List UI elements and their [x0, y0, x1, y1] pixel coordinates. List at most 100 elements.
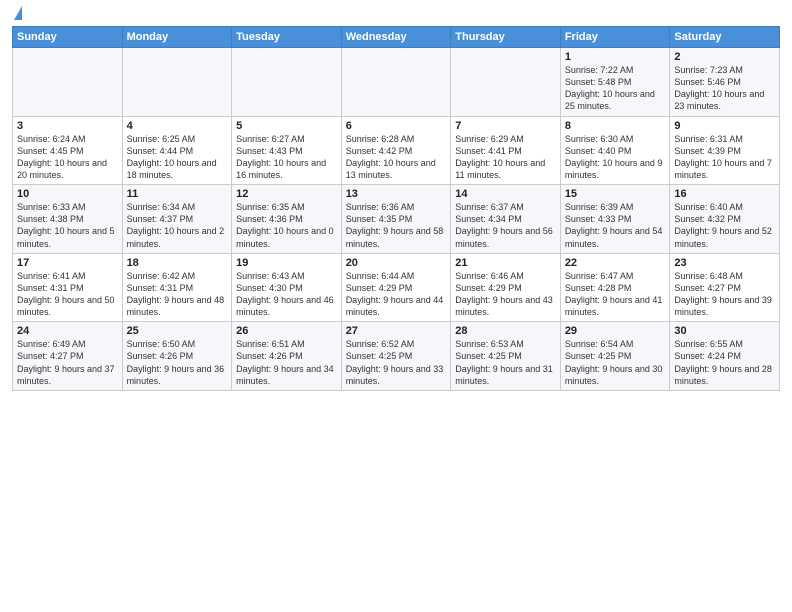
day-cell: 21Sunrise: 6:46 AM Sunset: 4:29 PM Dayli… [451, 253, 561, 322]
day-cell: 15Sunrise: 6:39 AM Sunset: 4:33 PM Dayli… [560, 185, 670, 254]
day-number: 23 [674, 257, 775, 269]
day-number: 4 [127, 120, 228, 132]
day-cell: 13Sunrise: 6:36 AM Sunset: 4:35 PM Dayli… [341, 185, 451, 254]
weekday-header-row: SundayMondayTuesdayWednesdayThursdayFrid… [13, 27, 780, 48]
day-number: 14 [455, 188, 556, 200]
weekday-header-thursday: Thursday [451, 27, 561, 48]
day-number: 16 [674, 188, 775, 200]
day-info: Sunrise: 6:47 AM Sunset: 4:28 PM Dayligh… [565, 270, 666, 319]
day-info: Sunrise: 6:46 AM Sunset: 4:29 PM Dayligh… [455, 270, 556, 319]
day-cell: 8Sunrise: 6:30 AM Sunset: 4:40 PM Daylig… [560, 116, 670, 185]
logo-text [12, 10, 22, 20]
week-row-1: 1Sunrise: 7:22 AM Sunset: 5:48 PM Daylig… [13, 48, 780, 117]
day-info: Sunrise: 6:53 AM Sunset: 4:25 PM Dayligh… [455, 338, 556, 387]
day-cell [341, 48, 451, 117]
day-info: Sunrise: 6:24 AM Sunset: 4:45 PM Dayligh… [17, 133, 118, 182]
day-cell: 27Sunrise: 6:52 AM Sunset: 4:25 PM Dayli… [341, 322, 451, 391]
day-cell [451, 48, 561, 117]
day-info: Sunrise: 6:31 AM Sunset: 4:39 PM Dayligh… [674, 133, 775, 182]
day-number: 17 [17, 257, 118, 269]
day-number: 10 [17, 188, 118, 200]
day-cell: 18Sunrise: 6:42 AM Sunset: 4:31 PM Dayli… [122, 253, 232, 322]
day-cell: 17Sunrise: 6:41 AM Sunset: 4:31 PM Dayli… [13, 253, 123, 322]
weekday-header-wednesday: Wednesday [341, 27, 451, 48]
day-info: Sunrise: 6:36 AM Sunset: 4:35 PM Dayligh… [346, 201, 447, 250]
day-number: 8 [565, 120, 666, 132]
day-number: 1 [565, 51, 666, 63]
day-cell: 10Sunrise: 6:33 AM Sunset: 4:38 PM Dayli… [13, 185, 123, 254]
day-cell: 9Sunrise: 6:31 AM Sunset: 4:39 PM Daylig… [670, 116, 780, 185]
day-info: Sunrise: 6:33 AM Sunset: 4:38 PM Dayligh… [17, 201, 118, 250]
day-number: 18 [127, 257, 228, 269]
day-info: Sunrise: 6:40 AM Sunset: 4:32 PM Dayligh… [674, 201, 775, 250]
week-row-4: 17Sunrise: 6:41 AM Sunset: 4:31 PM Dayli… [13, 253, 780, 322]
day-cell: 20Sunrise: 6:44 AM Sunset: 4:29 PM Dayli… [341, 253, 451, 322]
weekday-header-friday: Friday [560, 27, 670, 48]
day-number: 27 [346, 325, 447, 337]
calendar-body: 1Sunrise: 7:22 AM Sunset: 5:48 PM Daylig… [13, 48, 780, 391]
day-info: Sunrise: 6:48 AM Sunset: 4:27 PM Dayligh… [674, 270, 775, 319]
day-cell: 2Sunrise: 7:23 AM Sunset: 5:46 PM Daylig… [670, 48, 780, 117]
logo [12, 10, 22, 20]
day-cell: 28Sunrise: 6:53 AM Sunset: 4:25 PM Dayli… [451, 322, 561, 391]
day-info: Sunrise: 6:55 AM Sunset: 4:24 PM Dayligh… [674, 338, 775, 387]
day-info: Sunrise: 6:37 AM Sunset: 4:34 PM Dayligh… [455, 201, 556, 250]
day-cell: 30Sunrise: 6:55 AM Sunset: 4:24 PM Dayli… [670, 322, 780, 391]
day-info: Sunrise: 7:23 AM Sunset: 5:46 PM Dayligh… [674, 64, 775, 113]
day-cell: 5Sunrise: 6:27 AM Sunset: 4:43 PM Daylig… [232, 116, 342, 185]
day-info: Sunrise: 6:27 AM Sunset: 4:43 PM Dayligh… [236, 133, 337, 182]
day-cell: 23Sunrise: 6:48 AM Sunset: 4:27 PM Dayli… [670, 253, 780, 322]
day-number: 11 [127, 188, 228, 200]
day-number: 28 [455, 325, 556, 337]
day-number: 21 [455, 257, 556, 269]
weekday-header-saturday: Saturday [670, 27, 780, 48]
day-cell: 6Sunrise: 6:28 AM Sunset: 4:42 PM Daylig… [341, 116, 451, 185]
day-cell [13, 48, 123, 117]
logo-triangle-icon [14, 6, 22, 20]
calendar-header: SundayMondayTuesdayWednesdayThursdayFrid… [13, 27, 780, 48]
day-info: Sunrise: 6:34 AM Sunset: 4:37 PM Dayligh… [127, 201, 228, 250]
day-number: 2 [674, 51, 775, 63]
day-number: 12 [236, 188, 337, 200]
day-info: Sunrise: 6:30 AM Sunset: 4:40 PM Dayligh… [565, 133, 666, 182]
day-number: 3 [17, 120, 118, 132]
day-cell: 24Sunrise: 6:49 AM Sunset: 4:27 PM Dayli… [13, 322, 123, 391]
day-info: Sunrise: 6:25 AM Sunset: 4:44 PM Dayligh… [127, 133, 228, 182]
day-info: Sunrise: 7:22 AM Sunset: 5:48 PM Dayligh… [565, 64, 666, 113]
day-number: 13 [346, 188, 447, 200]
day-cell: 22Sunrise: 6:47 AM Sunset: 4:28 PM Dayli… [560, 253, 670, 322]
day-cell: 29Sunrise: 6:54 AM Sunset: 4:25 PM Dayli… [560, 322, 670, 391]
day-cell: 3Sunrise: 6:24 AM Sunset: 4:45 PM Daylig… [13, 116, 123, 185]
day-info: Sunrise: 6:42 AM Sunset: 4:31 PM Dayligh… [127, 270, 228, 319]
day-cell [122, 48, 232, 117]
week-row-5: 24Sunrise: 6:49 AM Sunset: 4:27 PM Dayli… [13, 322, 780, 391]
day-cell: 4Sunrise: 6:25 AM Sunset: 4:44 PM Daylig… [122, 116, 232, 185]
day-cell [232, 48, 342, 117]
day-info: Sunrise: 6:54 AM Sunset: 4:25 PM Dayligh… [565, 338, 666, 387]
day-info: Sunrise: 6:50 AM Sunset: 4:26 PM Dayligh… [127, 338, 228, 387]
day-number: 7 [455, 120, 556, 132]
page: SundayMondayTuesdayWednesdayThursdayFrid… [0, 0, 792, 612]
week-row-2: 3Sunrise: 6:24 AM Sunset: 4:45 PM Daylig… [13, 116, 780, 185]
day-info: Sunrise: 6:35 AM Sunset: 4:36 PM Dayligh… [236, 201, 337, 250]
day-number: 22 [565, 257, 666, 269]
day-info: Sunrise: 6:41 AM Sunset: 4:31 PM Dayligh… [17, 270, 118, 319]
day-info: Sunrise: 6:49 AM Sunset: 4:27 PM Dayligh… [17, 338, 118, 387]
day-number: 30 [674, 325, 775, 337]
day-number: 26 [236, 325, 337, 337]
calendar-table: SundayMondayTuesdayWednesdayThursdayFrid… [12, 26, 780, 391]
day-number: 25 [127, 325, 228, 337]
day-info: Sunrise: 6:51 AM Sunset: 4:26 PM Dayligh… [236, 338, 337, 387]
day-info: Sunrise: 6:52 AM Sunset: 4:25 PM Dayligh… [346, 338, 447, 387]
day-number: 20 [346, 257, 447, 269]
week-row-3: 10Sunrise: 6:33 AM Sunset: 4:38 PM Dayli… [13, 185, 780, 254]
day-number: 9 [674, 120, 775, 132]
day-cell: 12Sunrise: 6:35 AM Sunset: 4:36 PM Dayli… [232, 185, 342, 254]
day-cell: 14Sunrise: 6:37 AM Sunset: 4:34 PM Dayli… [451, 185, 561, 254]
day-info: Sunrise: 6:29 AM Sunset: 4:41 PM Dayligh… [455, 133, 556, 182]
day-cell: 25Sunrise: 6:50 AM Sunset: 4:26 PM Dayli… [122, 322, 232, 391]
day-cell: 16Sunrise: 6:40 AM Sunset: 4:32 PM Dayli… [670, 185, 780, 254]
day-info: Sunrise: 6:43 AM Sunset: 4:30 PM Dayligh… [236, 270, 337, 319]
weekday-header-monday: Monday [122, 27, 232, 48]
day-number: 5 [236, 120, 337, 132]
